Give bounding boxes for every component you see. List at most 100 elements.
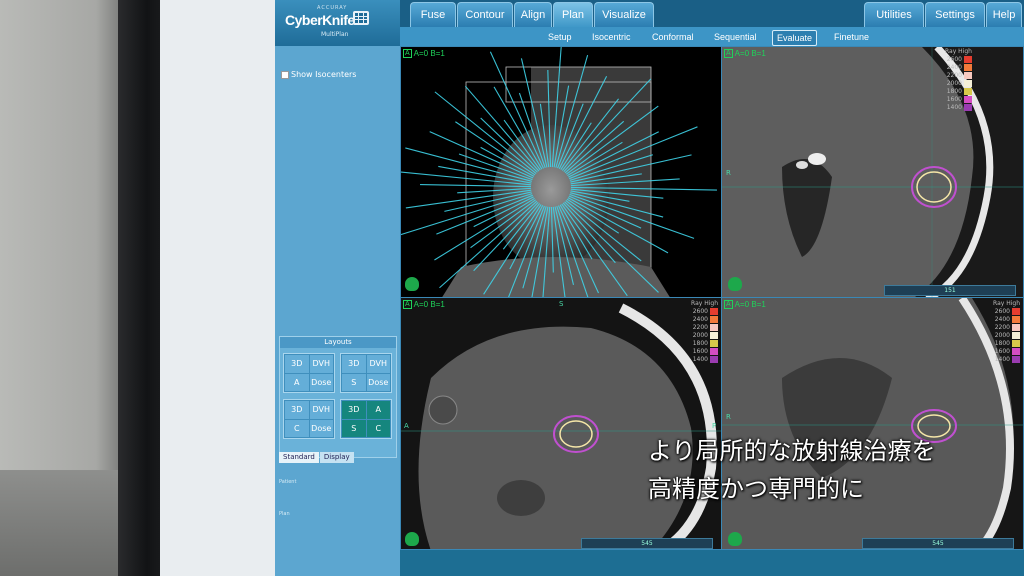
beam-render [401,47,717,297]
desktop-left-area [160,0,275,576]
dose-legend-row: 2200 [691,323,718,331]
viewport-label: A A=0 B=1 [724,300,766,309]
dose-color-swatch [1012,355,1020,363]
brand-tagline: MultiPlan [321,31,349,38]
brand-company: ACCURAY [317,5,348,11]
layout-cell: C [285,419,309,437]
dose-value: 1800 [692,339,708,347]
layout-cell: C [366,419,390,437]
tab-visualize[interactable]: Visualize [594,2,654,27]
layout-cell: 3D [285,355,309,373]
tab-fuse[interactable]: Fuse [410,2,456,27]
viewport-3d[interactable]: A A=0 B=1 [400,46,722,298]
dose-legend-row: 1600 [993,347,1020,355]
dose-color-swatch [710,339,718,347]
dose-legend-row: 1400 [691,355,718,363]
dose-value: 2400 [994,315,1010,323]
sagittal-ct-image [401,298,721,549]
subtab-finetune[interactable]: Finetune [830,30,873,44]
dose-value: 1400 [692,355,708,363]
info-line: Patient [279,479,297,485]
layout-button-3d-dvh-s-dose[interactable]: 3D DVH S Dose [340,353,392,393]
legend-title: Ray High [691,300,718,307]
dose-legend-row: 1400 [945,103,972,111]
dose-color-swatch [1012,347,1020,355]
tab-display[interactable]: Display [319,452,354,463]
layout-cell: 3D [342,355,366,373]
subtab-isocentric[interactable]: Isocentric [588,30,635,44]
video-subtitles: より局所的な放射線治療を 高精度かつ専門的に [648,432,936,508]
dose-legend-row: 1400 [993,355,1020,363]
layout-button-3d-dvh-c-dose[interactable]: 3D DVH C Dose [283,399,335,439]
subtab-sequential[interactable]: Sequential [710,30,761,44]
dose-value: 2200 [946,71,962,79]
subtab-conformal[interactable]: Conformal [648,30,698,44]
dose-legend-row: 2000 [993,331,1020,339]
dose-legend-row: 2400 [993,315,1020,323]
axial-ct-image [722,47,1023,297]
brand-name: CyberKnife [285,12,355,28]
dose-color-swatch [963,95,972,103]
dose-legend-row: 2000 [691,331,718,339]
head-orientation-icon[interactable] [728,277,742,291]
layout-button-3d-a-s-c[interactable]: 3D A S C [340,399,392,439]
tab-settings[interactable]: Settings [925,2,985,27]
viewport-coronal[interactable]: A A=0 B=1 R Ray High 2600 2400 2200 2000 1800… [721,297,1024,550]
viewport-axial[interactable]: A A=0 B=1 R 151 [721,46,1024,298]
checkbox-box[interactable] [281,70,289,79]
subtab-evaluate[interactable]: Evaluate [772,30,818,46]
dose-value: 2000 [946,79,962,87]
viewport-sagittal[interactable]: A A=0 B=1 S A P Ray High 2600 2400 2200 2000… [400,297,722,550]
sub-tab-bar: Setup Isocentric Conformal Sequential Ev… [400,27,1024,47]
dose-legend-row: 1800 [691,339,718,347]
head-orientation-icon[interactable] [728,532,742,546]
dose-value: 1600 [946,95,962,103]
brand-logo-icon [353,11,369,25]
dose-legend-row: 1800 [993,339,1020,347]
dose-value: 2400 [946,63,962,71]
dose-value: 1400 [994,355,1010,363]
dose-legend-row: 1600 [945,95,972,103]
dose-color-swatch [963,71,972,79]
dose-legend: Ray High 2600 2400 2200 2000 1800 1600 1400 [691,300,718,363]
head-orientation-icon[interactable] [405,277,419,291]
viewport-label: A A=0 B=1 [403,49,445,58]
dose-color-swatch [1012,331,1020,339]
orientation-left: R [726,413,731,421]
dose-legend-row: 2600 [993,307,1020,315]
layout-cell: A [366,401,390,419]
left-sidebar: Show Isocenters Layouts 3D DVH A Dose 3D… [275,46,400,576]
subtab-setup[interactable]: Setup [544,30,576,44]
tab-plan[interactable]: Plan [553,2,593,27]
dose-legend-row: 2200 [993,323,1020,331]
tab-standard[interactable]: Standard [279,452,319,463]
layouts-title: Layouts [280,337,396,348]
dose-color-swatch [963,55,972,63]
sidebar-tabs: Standard Display [279,452,354,463]
layout-cell: A [285,373,309,391]
head-orientation-icon[interactable] [405,532,419,546]
dose-color-swatch [963,103,972,111]
dose-legend-row: 1600 [691,347,718,355]
dose-legend-row: 2400 [691,315,718,323]
tab-help[interactable]: Help [986,2,1022,27]
legend-title: Ray High [993,300,1020,307]
viewport-label: A A=0 B=1 [724,49,766,58]
layout-button-3d-dvh-a-dose[interactable]: 3D DVH A Dose [283,353,335,393]
show-isocenters-checkbox[interactable]: Show Isocenters [281,70,356,79]
dose-value: 1600 [692,347,708,355]
dose-value: 2600 [994,307,1010,315]
dose-color-swatch [1012,307,1020,315]
orientation-right: P [712,422,717,430]
dose-value: 1400 [946,103,962,111]
dose-legend-row: 2600 [691,307,718,315]
dose-value: 2600 [692,307,708,315]
dose-color-swatch [1012,323,1020,331]
dose-color-swatch [963,63,972,71]
tab-contour[interactable]: Contour [457,2,513,27]
layout-cell: S [342,373,366,391]
tab-align[interactable]: Align [514,2,552,27]
dose-value: 1800 [946,87,962,95]
tab-utilities[interactable]: Utilities [864,2,924,27]
dose-color-swatch [1012,339,1020,347]
